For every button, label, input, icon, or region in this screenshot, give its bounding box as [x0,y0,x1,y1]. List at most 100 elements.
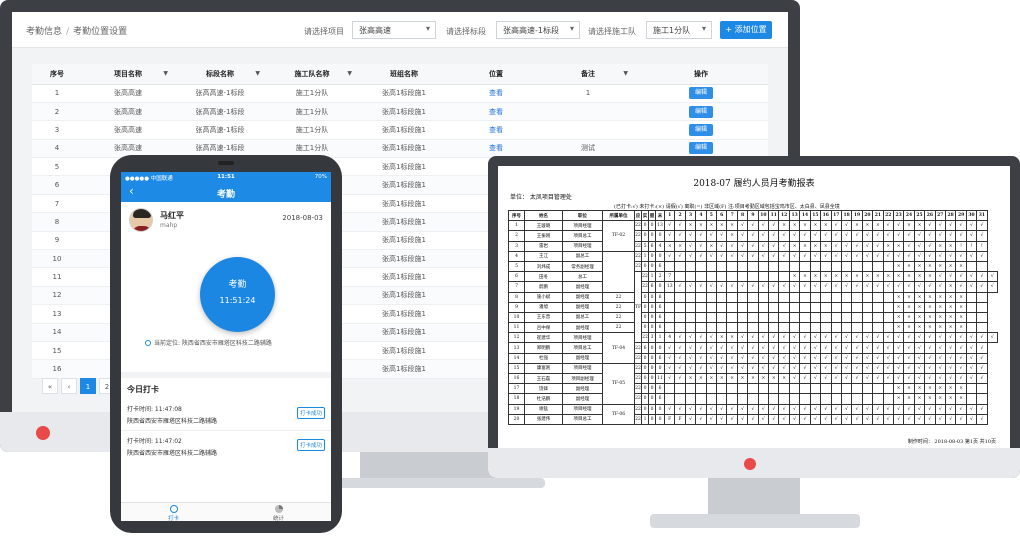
filter-icon[interactable]: ▼ [347,70,352,77]
view-location-link[interactable]: 查看 [450,84,542,103]
column-header-section[interactable]: 标段名称 ▼ [174,64,266,85]
attendance-day-cell: √ [809,413,822,425]
attendance-cell-count: 22 [634,372,642,385]
column-header-location[interactable]: 位置 [450,64,542,85]
filter-icon[interactable]: ▼ [255,70,260,77]
attendance-day-header: 23 [892,209,905,222]
column-header-project[interactable]: 项目名称 ▼ [82,64,174,85]
edit-button[interactable]: 编辑 [689,123,713,136]
attendance-day-cell [809,301,822,313]
attendance-day-cell: × [747,372,759,385]
attendance-day-cell: √ [913,413,926,425]
attendance-day-cell: √ [684,230,697,242]
attendance-day-cell: √ [736,240,749,252]
attendance-day-cell: √ [768,413,780,425]
column-header-no[interactable]: 序号 [32,64,82,85]
edit-button[interactable]: 编辑 [689,87,713,100]
attendance-day-cell: × [955,301,967,313]
filter-icon[interactable]: ▼ [163,70,168,77]
attendance-day-cell: √ [924,281,936,293]
attendance-day-cell [830,260,842,273]
nav-bar: ‹ 考勤 [121,182,331,202]
edit-button[interactable]: 编辑 [689,142,713,155]
attendance-day-cell: √ [809,352,822,364]
view-location-link[interactable]: 查看 [450,139,542,159]
attendance-day-cell: √ [934,413,946,425]
attendance-day-cell [788,322,801,334]
tab-label: 统计 [272,516,284,521]
attendance-day-header: 1 [663,209,676,222]
attendance-day-cell [788,291,801,303]
pie-chart-icon [274,505,283,513]
attendance-day-cell: √ [913,342,926,354]
edit-button[interactable]: 编辑 [689,105,713,118]
attendance-day-cell: √ [747,362,759,375]
attendance-day-cell: √ [965,332,978,344]
attendance-day-cell: √ [788,413,801,425]
attendance-cell-count: 6 [648,240,656,252]
attendance-day-cell: √ [892,332,905,344]
pager-page-button[interactable]: 1 [80,378,96,394]
attendance-day-cell: × [892,393,905,405]
table-cell-group: 张高1标段施1 [358,359,450,379]
pager-prev-button[interactable]: ‹ [61,378,77,394]
section-select[interactable]: 张高高速-1标段 ▾ [496,21,580,39]
attendance-day-cell [882,383,894,395]
column-header-group[interactable]: 班组名称 [358,64,450,85]
attendance-day-cell: √ [705,281,718,293]
project-select[interactable]: 张高高速 ▾ [352,21,436,39]
attendance-cell-count: 0 [641,372,649,385]
attendance-day-cell [840,301,853,313]
column-header-note[interactable]: 备注 ▼ [542,64,634,85]
attendance-day-header: 9 [747,209,759,222]
attendance-cell-count: 22 [634,393,642,405]
attendance-day-cell: √ [851,352,863,364]
attendance-row: 20 张建伟 项目总工 22 1 0 0 F F √ √ √ √ √ √ √ √ √ √ √ √ √ √ √ √ √ √ √ √ √ √ √ √… [508,413,998,425]
tab-punch[interactable]: 打卡 [121,504,226,521]
attendance-day-cell [705,322,718,334]
attendance-cell-position: 项目总工 [562,230,603,242]
attendance-day-cell [799,383,811,395]
attendance-day-cell: √ [861,332,874,344]
breadcrumb-item[interactable]: 考勤信息 [26,27,62,37]
add-location-button[interactable]: + 添加位置 [720,21,772,39]
attendance-day-cell: √ [955,413,967,425]
attendance-cell-position: 总工 [562,271,603,283]
table-cell-note: 1 [542,84,634,103]
attendance-day-cell: √ [820,403,832,415]
attendance-day-cell: √ [768,240,780,252]
view-location-link[interactable]: 查看 [450,102,542,122]
filter-icon[interactable]: ▼ [623,70,628,77]
attendance-day-cell: √ [934,352,946,364]
attendance-day-cell: √ [830,250,842,262]
attendance-cell-count: 0 [655,281,665,293]
attendance-day-cell: √ [684,362,697,375]
attendance-row: 16 王石磊 项目副经理 22 0 0 11 √ √ × × × × × × × × × × √ √ √ √ √ √ √ √ √ √ √ √… [508,372,998,385]
attendance-day-cell [882,291,894,303]
attendance-day-header: 21 [872,209,884,222]
attendance-day-cell: √ [747,240,759,252]
column-header-team[interactable]: 施工队名称 ▼ [266,64,358,85]
attendance-day-cell: √ [799,342,811,354]
attendance-day-cell: √ [663,250,676,262]
attendance-day-cell [736,260,749,273]
punch-button[interactable]: 考勤 11:51:24 [200,257,275,332]
tab-statistics[interactable]: 统计 [226,504,331,521]
attendance-cell-name: 蔚鹏 [524,281,563,293]
team-select[interactable]: 施工1分队 ▾ [646,21,712,39]
attendance-day-cell: √ [965,362,978,375]
attendance-day-cell: √ [976,332,988,344]
attendance-day-cell [976,301,988,313]
view-location-link[interactable]: 查看 [450,120,542,140]
attendance-day-cell: √ [768,230,780,242]
column-header-label: 项目名称 [114,69,142,78]
attendance-day-cell: √ [861,362,874,375]
attendance-day-cell: √ [799,250,811,262]
attendance-day-cell [976,393,988,405]
pager-first-button[interactable]: « [42,378,58,394]
attendance-day-cell: √ [903,352,915,364]
attendance-day-cell: √ [684,332,697,344]
attendance-day-cell: √ [965,271,978,283]
attendance-day-cell: √ [778,362,790,375]
attendance-day-cell [830,322,842,334]
